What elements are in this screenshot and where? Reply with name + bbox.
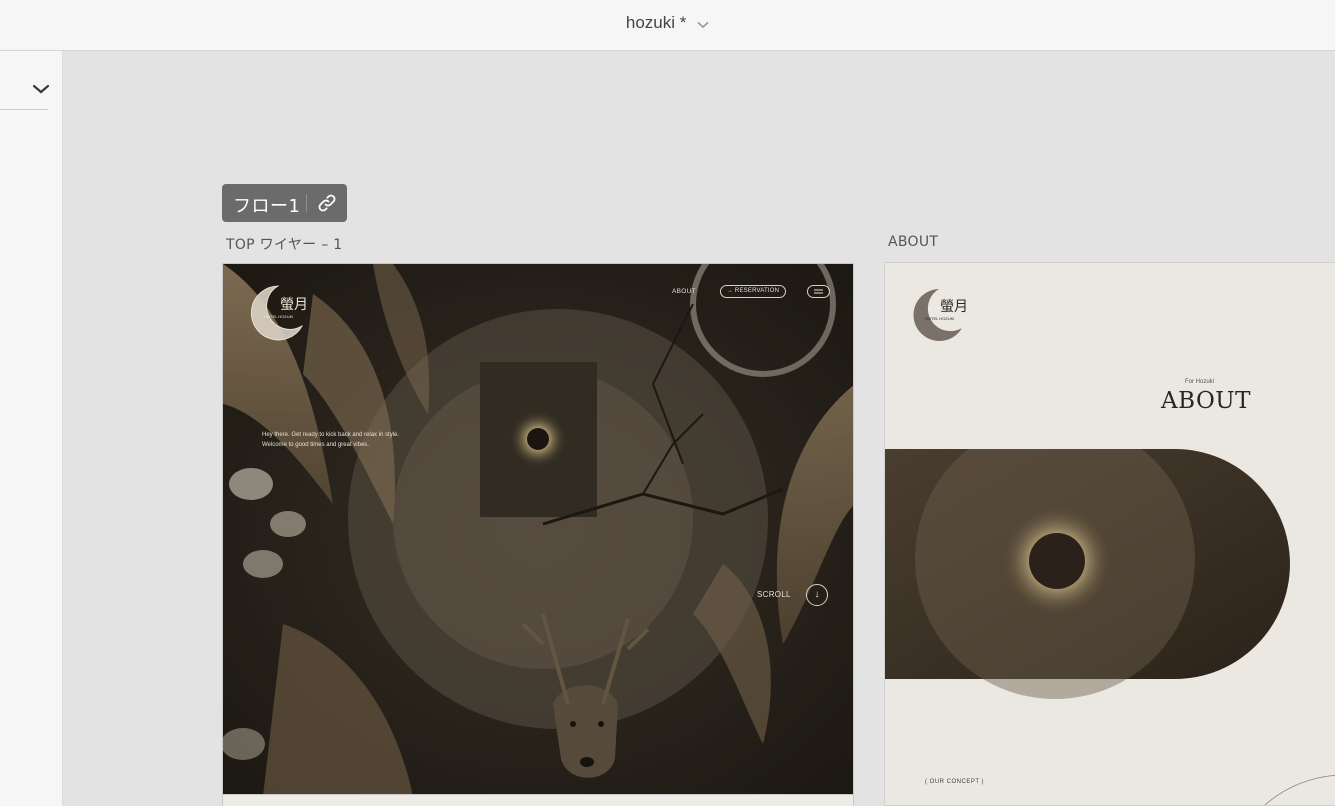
hero-photo [223,264,853,794]
document-title: hozuki * [625,13,687,32]
scroll-label: SCROLL [757,590,791,599]
decorative-arc [1264,775,1335,805]
flow-label: フロー1 [233,196,301,217]
chevron-down-icon[interactable] [697,14,709,34]
artboard-top-footer [222,795,854,806]
link-icon[interactable] [316,192,338,214]
left-panel [0,51,63,806]
artboard-about[interactable]: 螢月 HOTEL HOZUKI For Hozuki ABOUT ( OUR C… [884,262,1335,806]
artboard-top[interactable]: 螢月 HOTEL HOZUKI ABOUT → RESERVATION Hey … [222,263,854,795]
document-title-dropdown[interactable]: hozuki * [0,13,1335,34]
hotel-logo[interactable]: 螢月 HOTEL HOZUKI [909,285,969,345]
nav-link-about[interactable]: ABOUT [672,288,696,295]
logo-subtext: HOTEL HOZUKI [925,316,954,321]
hero-line: Hey there. Get ready to kick back and re… [262,432,400,438]
title-bar: hozuki * [0,0,1335,51]
menu-icon[interactable] [807,285,830,298]
artboard-label-top[interactable]: TOP ワイヤー – 1 [226,234,342,254]
artboard-label-about[interactable]: ABOUT [888,234,938,250]
svg-text:螢月: 螢月 [940,299,968,315]
hotel-logo[interactable]: 螢月 HOTEL HOZUKI [247,282,309,344]
chevron-down-icon[interactable] [29,79,53,99]
about-kicker: For Hozuki [1185,379,1215,385]
reservation-button[interactable]: → RESERVATION [720,285,786,298]
hero-copy: Hey there. Get ready to kick back and re… [262,430,399,450]
svg-text:螢月: 螢月 [280,297,308,313]
arrow-down-icon[interactable]: ↓ [806,584,828,606]
panel-divider [0,109,48,110]
about-title: ABOUT [1161,388,1252,414]
divider [306,194,307,212]
concept-label: ( OUR CONCEPT ) [925,779,985,785]
flow-badge[interactable]: フロー1 [222,184,347,222]
about-photo [885,449,1290,699]
hero-line: Welcome to good times and great vibes. [262,442,369,448]
logo-subtext: HOTEL HOZUKI [264,314,293,319]
